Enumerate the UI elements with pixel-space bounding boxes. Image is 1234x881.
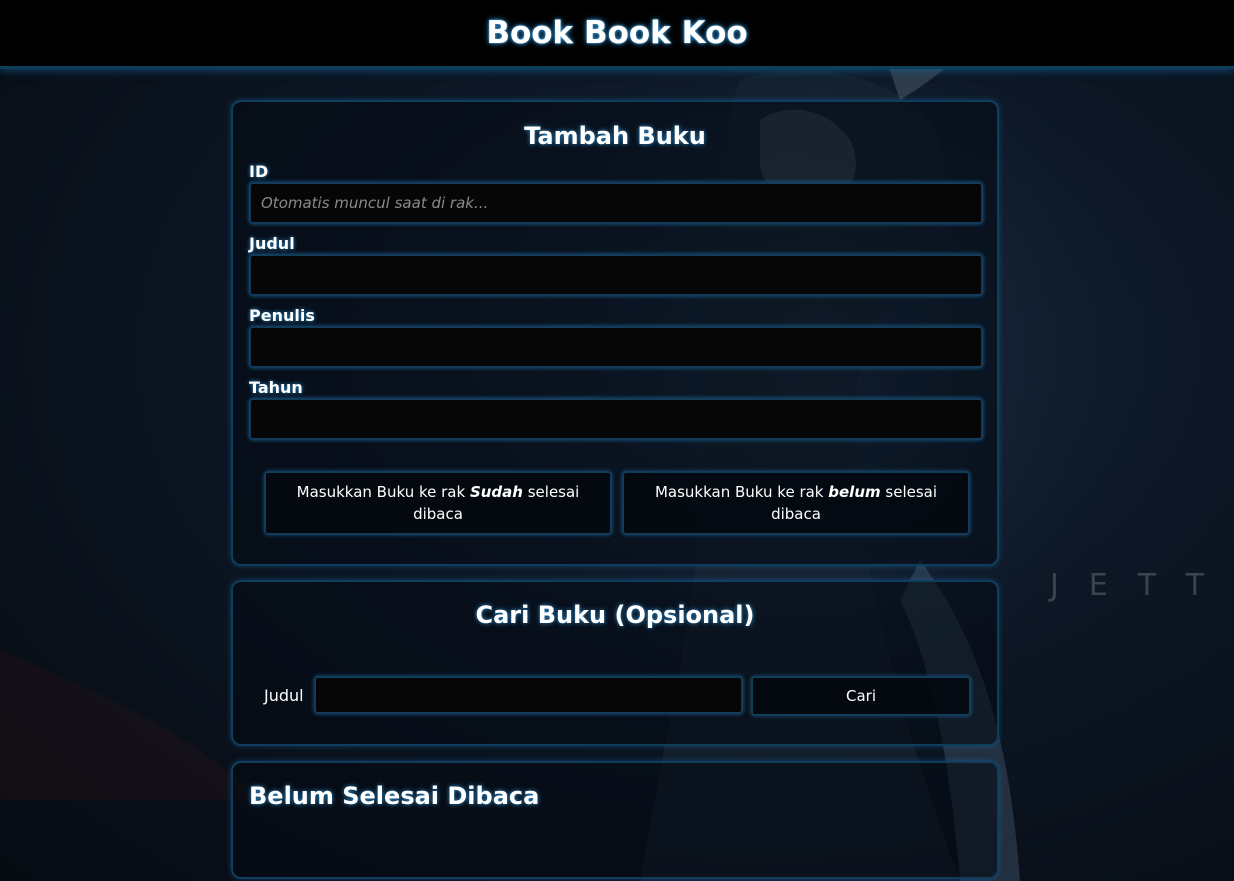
add-to-finished-shelf-button[interactable]: Masukkan Buku ke rak Sudah selesai dibac… bbox=[264, 471, 612, 535]
title-input[interactable] bbox=[249, 254, 983, 296]
app-title: Book Book Koo bbox=[486, 15, 748, 51]
btn-done-prefix: Masukkan Buku ke rak bbox=[296, 483, 470, 501]
add-book-section: Tambah Buku ID Judul Penulis Tahun Masuk… bbox=[231, 100, 999, 566]
app-header: Book Book Koo bbox=[0, 0, 1234, 69]
btn-done-emphasis: Sudah bbox=[469, 483, 523, 501]
year-label: Tahun bbox=[249, 378, 303, 397]
btn-undone-prefix: Masukkan Buku ke rak bbox=[654, 483, 829, 501]
unfinished-shelf-section: Belum Selesai Dibaca bbox=[231, 761, 999, 879]
add-book-title: Tambah Buku bbox=[524, 122, 706, 150]
unfinished-shelf-title: Belum Selesai Dibaca bbox=[249, 782, 540, 810]
search-button[interactable]: Cari bbox=[751, 676, 971, 716]
author-input[interactable] bbox=[249, 326, 983, 368]
title-label: Judul bbox=[249, 234, 295, 253]
btn-undone-emphasis: belum bbox=[828, 483, 881, 501]
id-label: ID bbox=[249, 162, 269, 181]
search-book-section: Cari Buku (Opsional) Judul Cari bbox=[231, 580, 999, 746]
search-book-title: Cari Buku (Opsional) bbox=[475, 601, 755, 629]
background-watermark: JETT bbox=[1050, 568, 1234, 603]
year-input[interactable] bbox=[249, 398, 983, 440]
search-title-label: Judul bbox=[264, 686, 304, 705]
search-input[interactable] bbox=[314, 676, 743, 714]
add-to-unfinished-shelf-button[interactable]: Masukkan Buku ke rak belum selesai dibac… bbox=[622, 471, 970, 535]
id-input[interactable] bbox=[249, 182, 983, 224]
author-label: Penulis bbox=[249, 306, 315, 325]
